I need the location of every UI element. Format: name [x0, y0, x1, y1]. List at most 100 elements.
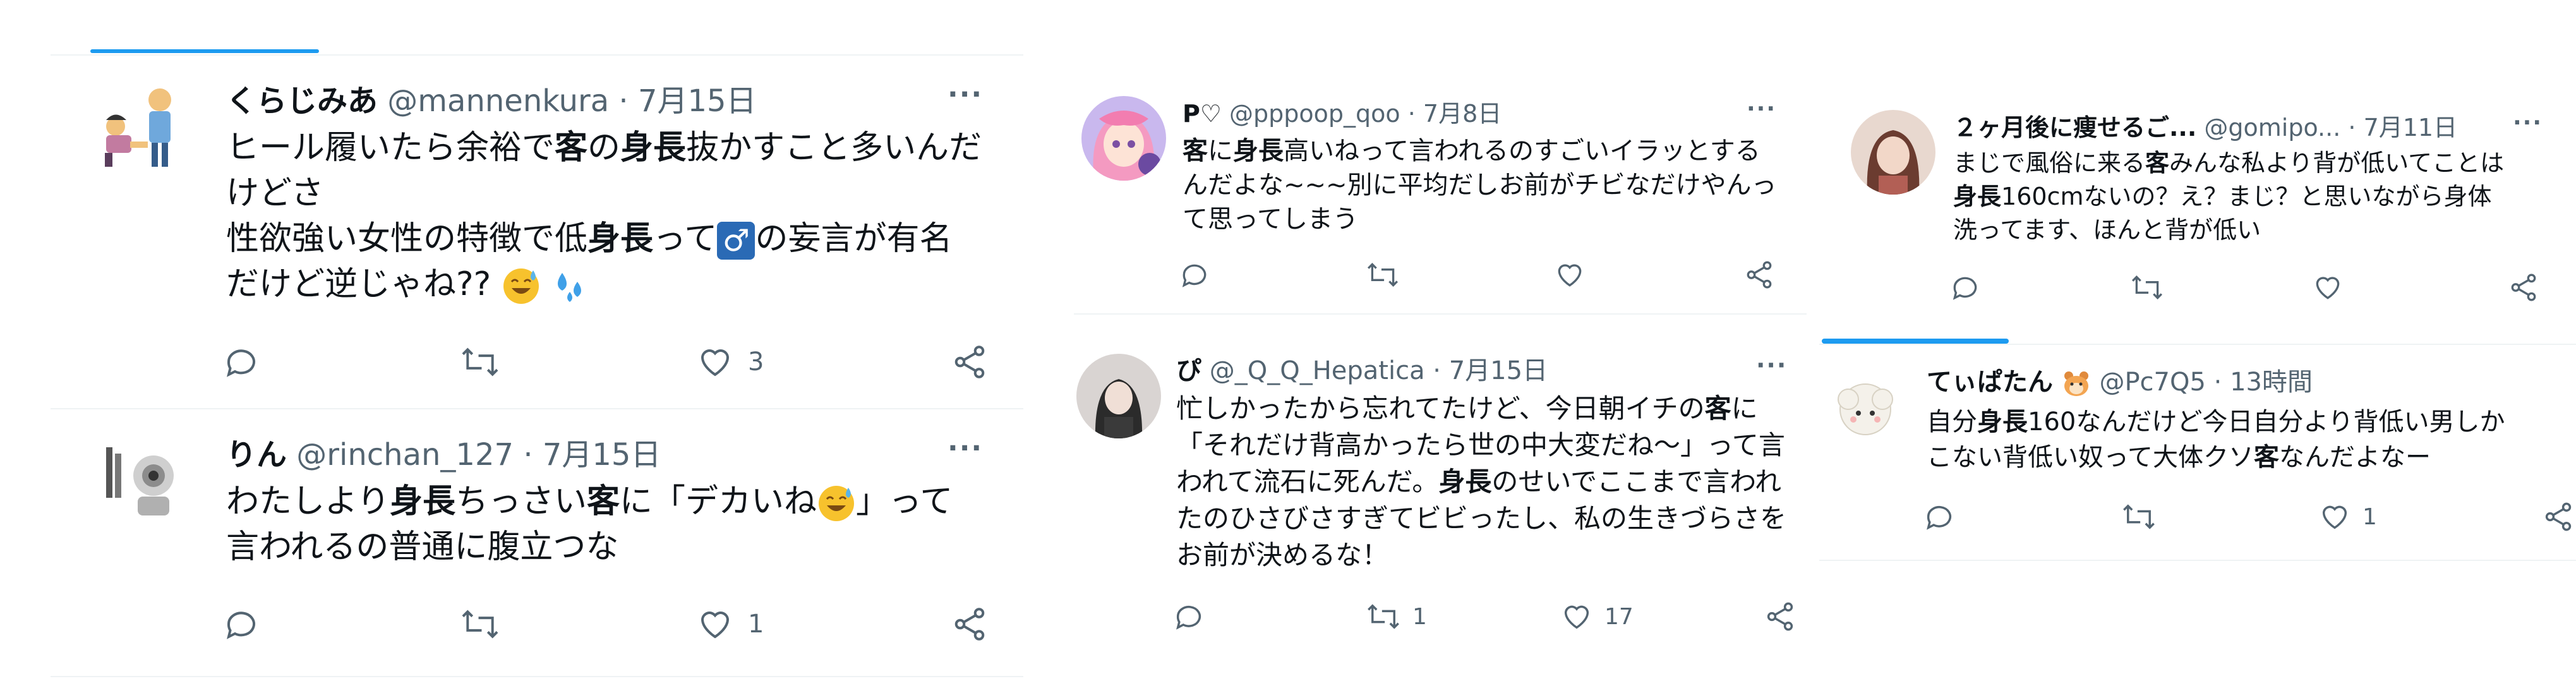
heart-icon: [1558, 264, 1582, 287]
tweet-date[interactable]: 13時間: [2230, 368, 2313, 397]
display-name[interactable]: くらじみあ: [226, 83, 378, 119]
user-handle[interactable]: @_Q_Q_Hepatica: [1210, 356, 1425, 385]
tweet-date[interactable]: 7月15日: [543, 437, 661, 473]
tweet-line: たのひさびさすぎてビビったし、私の生きづらさを: [1176, 503, 1787, 534]
display-name[interactable]: ぴ: [1176, 356, 1201, 385]
tweet-header: くらじみあ @mannenkura · 7月15日: [226, 81, 757, 121]
like-count: 3: [748, 347, 764, 377]
share-button[interactable]: [951, 343, 989, 381]
avatar-illustration-icon: [93, 435, 188, 529]
reply-button[interactable]: [1949, 272, 1981, 303]
reply-icon: [227, 612, 255, 639]
avatar[interactable]: [1076, 354, 1161, 438]
more-options-icon[interactable]: ···: [948, 78, 983, 111]
user-handle[interactable]: @pppoop_qoo: [1229, 100, 1400, 128]
tweet-line: 客に身長高いねって言われるのすごいイラッとする: [1183, 136, 1760, 166]
middle-timeline-panel: P♡ @pppoop_qoo · 7月8日 ··· 客に身長高いねって言われるの…: [1074, 0, 1807, 681]
tweet[interactable]: P♡ @pppoop_qoo · 7月8日 ··· 客に身長高いねって言われるの…: [1074, 82, 1807, 310]
heart-icon: [2316, 277, 2340, 299]
divider: [51, 676, 1023, 677]
sweat-smile-emoji-icon: [819, 486, 855, 521]
tweet[interactable]: ２ヶ月後に痩せるご... @gomipo... · 7月11日 ··· まじで風…: [1819, 95, 2576, 335]
reply-button[interactable]: [222, 343, 260, 381]
tab-indicator: [90, 49, 319, 53]
more-options-icon[interactable]: ···: [1747, 96, 1776, 122]
share-button[interactable]: [2542, 500, 2575, 533]
separator-dot: ·: [523, 437, 533, 473]
share-button[interactable]: [1764, 600, 1797, 633]
reply-button[interactable]: [1172, 600, 1205, 633]
avatar[interactable]: [93, 435, 188, 529]
tweet-header: てぃぱたん @Pc7Q5 · 13時間: [1927, 365, 2313, 399]
tweet-line: わたしより身長ちっさい客に「デカいね 」って: [226, 479, 1003, 524]
display-name[interactable]: りん: [226, 437, 287, 473]
tweet[interactable]: ぴ @_Q_Q_Hepatica · 7月15日 ··· 忙しかったから忘れてた…: [1074, 328, 1807, 657]
reply-icon: [227, 349, 255, 377]
tweet-line: 言われるの普通に腹立つな: [226, 528, 619, 566]
reply-button[interactable]: [1923, 500, 1956, 533]
retweet-icon: [2131, 275, 2163, 299]
tweet-header: りん @rinchan_127 · 7月15日: [226, 435, 661, 475]
retweet-icon: [1367, 263, 1399, 287]
tweet-text: 自分身長160なんだけど今日自分より背低い男しか こない背低い奴って大体クソ客な…: [1927, 404, 2571, 475]
reply-icon: [1953, 277, 1977, 300]
separator-dot: ·: [1407, 100, 1416, 128]
tweet-line: こない背低い奴って大体クソ客なんだよなー: [1927, 443, 2431, 472]
tweet-line: 忙しかったから忘れてたけど、今日朝イチの客に: [1176, 393, 1758, 424]
tweet-text: ヒール履いたら余裕で客の身長抜かすこと多いんだ けどさ 性欲強い女性の特徴で低身…: [226, 125, 1003, 307]
share-button[interactable]: [2508, 272, 2539, 303]
tweet-line: 「それだけ背高かったら世の中大変だね〜」って言: [1176, 430, 1785, 461]
tweet-line: お前が決めるな！: [1176, 539, 1389, 570]
reply-button[interactable]: [222, 605, 260, 643]
retweet-button[interactable]: [2121, 500, 2157, 533]
more-options-icon[interactable]: ···: [1756, 351, 1787, 379]
avatar[interactable]: [1823, 369, 1908, 454]
display-name[interactable]: P♡: [1183, 100, 1222, 128]
like-button[interactable]: 17: [1560, 600, 1634, 633]
retweet-count: 1: [1412, 603, 1427, 630]
separator-dot: ·: [2348, 114, 2356, 142]
tweet-date[interactable]: 7月11日: [2364, 114, 2458, 142]
reply-icon: [1182, 264, 1207, 287]
avatar[interactable]: [93, 81, 188, 176]
tweet-date[interactable]: 7月15日: [638, 83, 757, 119]
tweet-date[interactable]: 7月15日: [1449, 356, 1548, 385]
retweet-button[interactable]: [1366, 259, 1400, 291]
share-button[interactable]: [1743, 259, 1775, 291]
tweet-header: ぴ @_Q_Q_Hepatica · 7月15日: [1176, 354, 1548, 388]
reply-icon: [1176, 605, 1201, 630]
retweet-button[interactable]: [460, 605, 500, 643]
display-name[interactable]: ２ヶ月後に痩せるご...: [1953, 114, 2196, 142]
separator-dot: ·: [618, 83, 629, 119]
like-button[interactable]: [2312, 272, 2344, 303]
avatar[interactable]: [1851, 110, 1935, 195]
retweet-icon: [462, 347, 498, 377]
retweet-icon: [462, 610, 498, 639]
retweet-button[interactable]: [2130, 272, 2164, 303]
display-name[interactable]: てぃぱたん: [1927, 368, 2053, 397]
user-handle[interactable]: @rinchan_127: [296, 437, 514, 473]
hamster-emoji-icon: [2064, 371, 2088, 396]
more-options-icon[interactable]: ···: [948, 432, 983, 464]
more-options-icon[interactable]: ···: [2513, 110, 2543, 136]
tweet-date[interactable]: 7月8日: [1423, 100, 1502, 128]
user-handle[interactable]: @mannenkura: [387, 83, 609, 119]
share-icon: [1767, 602, 1793, 631]
divider: [1074, 313, 1807, 315]
tweet[interactable]: りん @rinchan_127 · 7月15日 ··· わたしより身長ちっさい客…: [51, 409, 1023, 675]
like-button[interactable]: 3: [696, 343, 764, 381]
share-button[interactable]: [951, 605, 989, 643]
retweet-button[interactable]: [460, 343, 500, 381]
user-handle[interactable]: @Pc7Q5: [2099, 368, 2206, 397]
like-button[interactable]: 1: [2318, 500, 2377, 533]
reply-button[interactable]: [1179, 259, 1210, 291]
share-icon: [954, 346, 985, 378]
avatar[interactable]: [1081, 96, 1166, 181]
tweet[interactable]: くらじみあ @mannenkura · 7月15日 ··· ヒール履いたら余裕で…: [51, 56, 1023, 409]
like-button[interactable]: 1: [696, 605, 764, 643]
like-button[interactable]: [1554, 259, 1586, 291]
tweet-header: ２ヶ月後に痩せるご... @gomipo... · 7月11日: [1953, 111, 2457, 144]
retweet-button[interactable]: 1: [1366, 600, 1427, 633]
tweet[interactable]: てぃぱたん @Pc7Q5 · 13時間 自分身長160なんだけど今日自分より背低…: [1819, 346, 2576, 561]
user-handle[interactable]: @gomipo...: [2204, 114, 2340, 142]
